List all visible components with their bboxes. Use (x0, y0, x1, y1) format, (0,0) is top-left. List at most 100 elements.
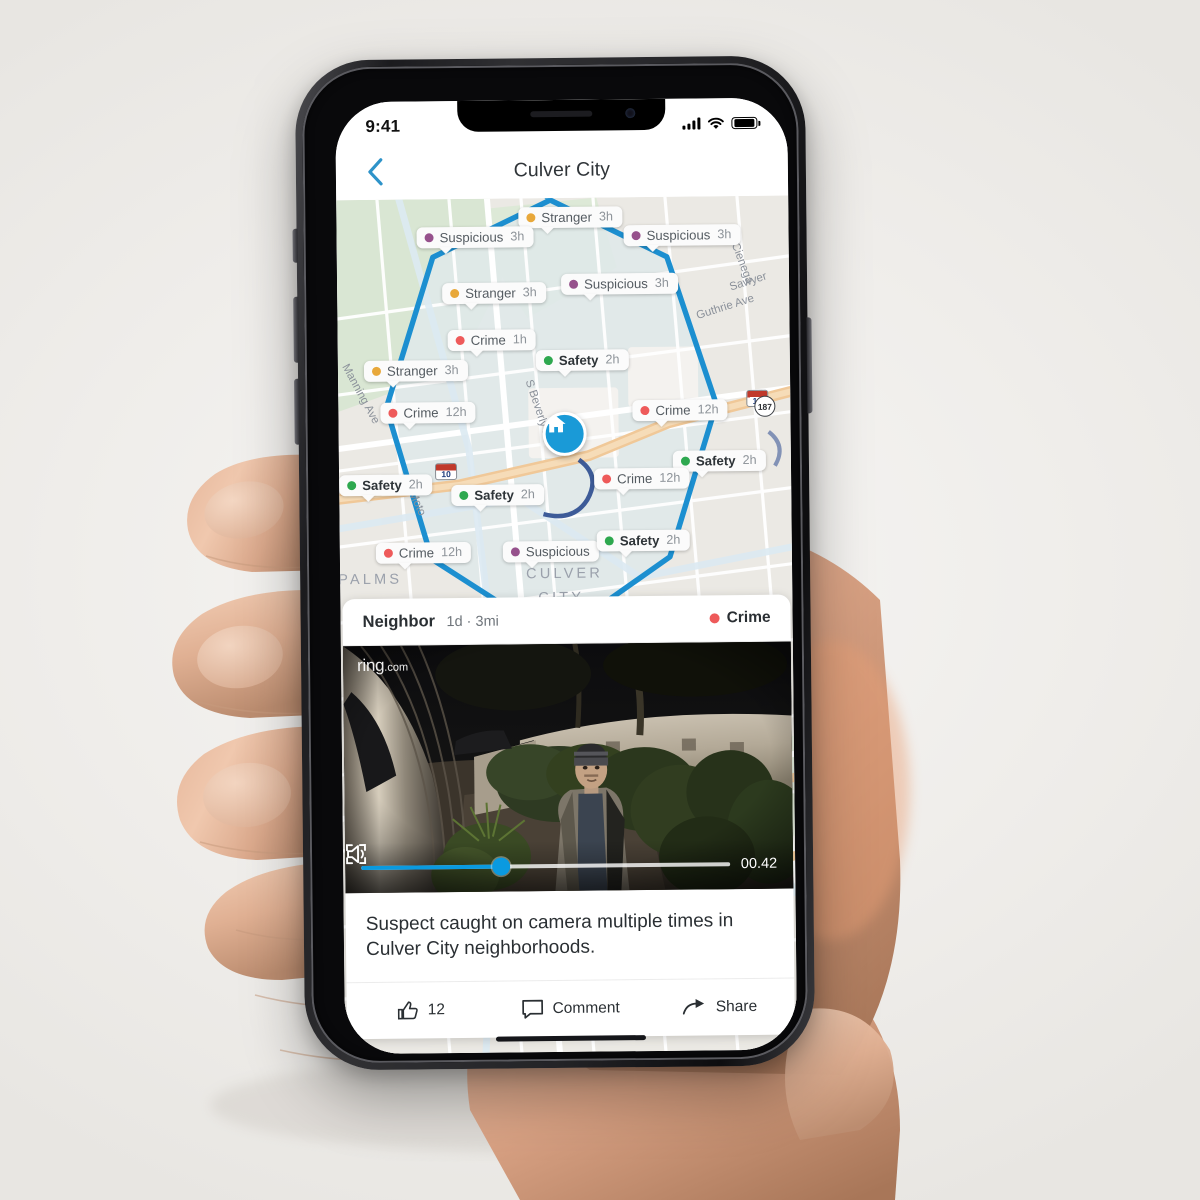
chevron-left-icon (367, 158, 383, 186)
pin-category-label: Safety (474, 487, 514, 503)
video-progress-bar[interactable] (361, 857, 730, 876)
like-count: 12 (427, 1000, 446, 1018)
pin-category-dot (388, 408, 398, 418)
pin-category-dot (569, 279, 579, 289)
pin-category-label: Stranger (541, 209, 593, 226)
video-controls: 00.42 (345, 839, 793, 894)
home-icon (546, 415, 566, 433)
silent-switch[interactable] (292, 228, 298, 263)
post-category-label: Crime (726, 608, 771, 627)
map-pin-crime[interactable]: Crime 1h (447, 329, 536, 352)
pin-time-label: 3h (522, 285, 537, 300)
thumbs-up-icon (397, 1000, 418, 1020)
back-button[interactable] (358, 155, 392, 189)
pin-category-label: Safety (695, 453, 736, 469)
map-pin-suspicious[interactable]: Suspicious (502, 540, 599, 563)
navigation-bar: Culver City (335, 139, 789, 201)
video-player[interactable]: ring.com 00.42 (342, 641, 794, 894)
pin-time-label: 2h (666, 532, 681, 548)
map-pin-stranger[interactable]: Stranger 3h (363, 359, 468, 383)
share-button[interactable]: Share (645, 996, 795, 1018)
pin-category-dot (602, 474, 612, 484)
pin-time-label: 12h (697, 402, 719, 417)
front-camera (625, 108, 636, 119)
notch (457, 98, 666, 132)
pin-category-dot (383, 548, 393, 558)
highway-shield-10: 10 (434, 463, 458, 481)
post-author: Neighbor (362, 611, 436, 631)
post-header: Neighbor 1d · 3mi Crime (342, 594, 791, 647)
map-pin-suspicious[interactable]: Suspicious 3h (416, 226, 534, 249)
pin-time-label: 2h (408, 477, 423, 492)
pin-category-label: Crime (403, 405, 439, 421)
pin-time-label: 2h (742, 453, 757, 468)
ring-watermark: ring.com (356, 655, 409, 676)
pin-category-dot (526, 213, 536, 223)
map-pin-suspicious[interactable]: Suspicious 3h (623, 224, 741, 247)
pin-category-dot (604, 536, 614, 546)
earpiece-speaker (530, 110, 593, 118)
pin-category-label: Crime (470, 332, 506, 348)
map-pin-crime[interactable]: Crime 12h (375, 541, 472, 565)
pin-category-label: Suspicious (525, 543, 590, 560)
pin-time-label: 12h (445, 405, 467, 420)
post-author-line: Neighbor 1d · 3mi (363, 611, 499, 631)
pin-category-label: Suspicious (439, 229, 504, 246)
pin-category-label: Crime (617, 470, 653, 487)
map-pin-stranger[interactable]: Stranger 3h (518, 206, 623, 229)
status-icons (682, 116, 758, 130)
pin-category-label: Crime (398, 545, 435, 561)
map-pin-crime[interactable]: Crime 12h (380, 401, 476, 425)
pin-category-dot (455, 336, 465, 346)
like-button[interactable]: 12 (347, 999, 497, 1021)
pin-category-dot (424, 233, 434, 243)
map-pin-crime[interactable]: Crime 12h (632, 399, 728, 422)
pin-category-dot (459, 490, 469, 501)
comment-button[interactable]: Comment (496, 998, 646, 1020)
post-actions: 12 Comment Share (346, 978, 795, 1039)
power-button[interactable] (806, 317, 813, 414)
home-location-marker[interactable] (542, 411, 587, 457)
wifi-icon (707, 117, 724, 129)
share-label: Share (715, 997, 758, 1015)
pin-category-label: Crime (655, 402, 691, 418)
highway-shield-187: 187 (754, 395, 776, 417)
map-pin-safety[interactable]: Safety 2h (535, 349, 629, 372)
pin-category-label: Safety (619, 532, 660, 549)
pin-category-label: Suspicious (584, 276, 648, 292)
volume-up-button[interactable] (293, 296, 299, 363)
pin-category-dot (510, 547, 520, 557)
status-time: 9:41 (365, 116, 401, 136)
phone-screen: 9:41 Culver City La Cienega Sawyer Guthr… (335, 97, 798, 1055)
fullscreen-icon[interactable] (345, 843, 367, 865)
comment-icon (522, 999, 543, 1019)
pin-category-label: Stranger (465, 285, 516, 301)
battery-full-icon (731, 116, 758, 130)
pin-category-dot (680, 456, 690, 466)
comment-label: Comment (552, 998, 620, 1017)
share-icon (682, 998, 705, 1015)
video-progress-fill (361, 864, 502, 870)
video-timestamp: 00.42 (740, 855, 778, 873)
page-title: Culver City (513, 157, 611, 181)
post-category-badge: Crime (709, 608, 771, 628)
map-pin-safety[interactable]: Safety 2h (339, 474, 432, 497)
area-label: PALMS (338, 571, 403, 589)
map-pin-crime[interactable]: Crime 12h (594, 467, 690, 490)
map-pin-suspicious[interactable]: Suspicious 3h (560, 272, 678, 296)
pin-category-label: Safety (558, 352, 599, 368)
pin-category-dot (347, 481, 357, 491)
video-progress-thumb[interactable] (492, 857, 511, 876)
pin-time-label: 2h (605, 352, 620, 367)
map-pin-safety[interactable]: Safety 2h (451, 484, 545, 507)
volume-down-button[interactable] (294, 378, 300, 445)
pin-category-label: Suspicious (646, 227, 711, 244)
pin-time-label: 12h (659, 470, 681, 486)
pin-category-dot (371, 366, 382, 376)
phone-device: 9:41 Culver City La Cienega Sawyer Guthr… (292, 55, 816, 1071)
post-meta: 1d · 3mi (446, 613, 499, 630)
map-pin-safety[interactable]: Safety 2h (596, 529, 690, 552)
map-pin-stranger[interactable]: Stranger 3h (442, 282, 546, 305)
pin-category-dot (543, 356, 553, 366)
neighborhood-post-card[interactable]: Neighbor 1d · 3mi Crime ring.com 00.42 S… (342, 594, 795, 1039)
